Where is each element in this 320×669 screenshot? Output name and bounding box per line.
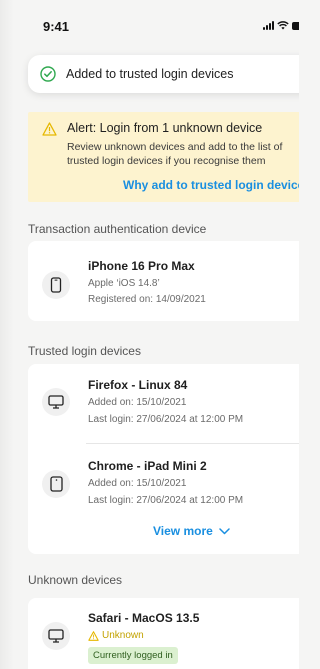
warning-icon [42, 122, 57, 136]
trusted-devices-card: Firefox - Linux 84 Added on: 15/10/2021 … [28, 364, 299, 554]
chevron-down-icon [219, 527, 230, 534]
status-bar: 9:41 [0, 0, 299, 44]
device-name: Safari - MacOS 13.5 [88, 611, 200, 625]
device-added: Added on: 15/10/2021 [88, 397, 187, 408]
device-last-login: Last login: 27/06/2024 at 12:00 PM [88, 495, 244, 506]
left-edge-shadow [0, 0, 14, 669]
device-name: Chrome - iPad Mini 2 [88, 459, 207, 473]
page: 9:41 Added to trusted login devices Aler… [0, 0, 299, 669]
battery-icon [292, 22, 299, 30]
why-trusted-link[interactable]: Why add to trusted login devices? [123, 178, 299, 192]
signal-icon [263, 21, 274, 30]
monitor-icon [42, 388, 70, 416]
device-last-login: Last login: 27/06/2024 at 12:00 PM [88, 414, 244, 425]
transaction-device-card[interactable]: iPhone 16 Pro Max Apple ‘iOS 14.8’ Regis… [28, 241, 299, 321]
unknown-device-row[interactable]: Safari - MacOS 13.5 Unknown Currently lo… [28, 598, 299, 669]
status-icons [263, 21, 299, 30]
device-name: iPhone 16 Pro Max [88, 259, 195, 273]
warning-icon [88, 630, 99, 641]
device-added: Added on: 15/10/2021 [88, 478, 187, 489]
trusted-section-heading: Trusted login devices [28, 344, 141, 358]
toast-message: Added to trusted login devices [66, 67, 234, 81]
transaction-section-heading: Transaction authentication device [28, 222, 207, 236]
device-os: Apple ‘iOS 14.8’ [88, 278, 160, 289]
logged-in-badge: Currently logged in [88, 647, 178, 664]
trusted-device-row[interactable]: Chrome - iPad Mini 2 Added on: 15/10/202… [28, 444, 299, 524]
view-more-label: View more [153, 524, 213, 538]
unknown-device-alert: Alert: Login from 1 unknown device Revie… [28, 112, 299, 202]
device-status-label: Unknown [102, 630, 144, 641]
alert-body: Review unknown devices and add to the li… [67, 141, 283, 167]
device-status: Unknown [88, 630, 144, 641]
unknown-section-heading: Unknown devices [28, 573, 123, 587]
success-toast: Added to trusted login devices [28, 55, 299, 93]
device-registered: Registered on: 14/09/2021 [88, 294, 206, 305]
status-time: 9:41 [43, 19, 70, 34]
tablet-icon [42, 470, 70, 498]
alert-title: Alert: Login from 1 unknown device [67, 121, 263, 135]
view-more-button[interactable]: View more [153, 524, 230, 538]
monitor-icon [42, 622, 70, 650]
unknown-devices-card: Safari - MacOS 13.5 Unknown Currently lo… [28, 598, 299, 669]
device-row[interactable]: iPhone 16 Pro Max Apple ‘iOS 14.8’ Regis… [28, 241, 299, 321]
check-circle-icon [40, 66, 56, 82]
wifi-icon [277, 21, 289, 30]
phone-icon [42, 271, 70, 299]
device-name: Firefox - Linux 84 [88, 378, 188, 392]
trusted-device-row[interactable]: Firefox - Linux 84 Added on: 15/10/2021 … [28, 364, 299, 444]
